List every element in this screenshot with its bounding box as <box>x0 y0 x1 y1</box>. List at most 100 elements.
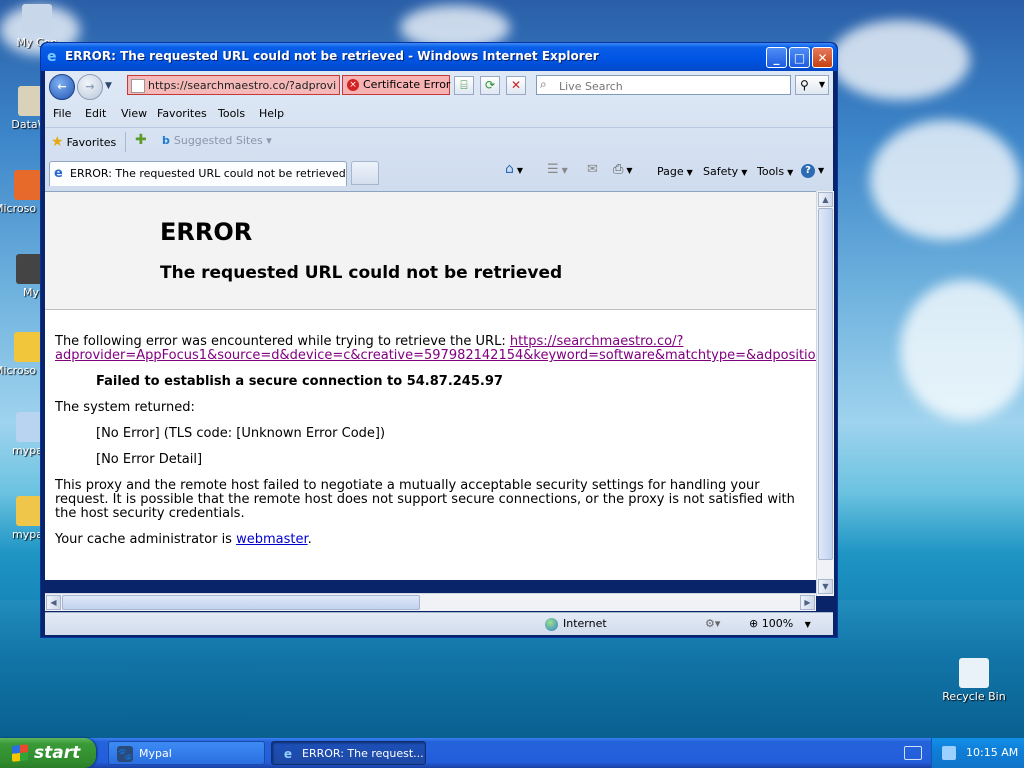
search-icon: ⌕ <box>540 77 547 91</box>
menu-tools[interactable]: Tools <box>218 107 245 120</box>
error-intro-text: The following error was encountered whil… <box>55 334 510 349</box>
clock[interactable]: 10:15 AM <box>966 746 1018 759</box>
taskbar-item-ie-error[interactable]: e ERROR: The request... <box>271 741 426 765</box>
suggested-sites-dropdown-icon: ▾ <box>266 134 272 147</box>
certificate-error-button[interactable]: × Certificate Error <box>342 75 450 95</box>
menu-file[interactable]: File <box>53 107 71 120</box>
error-url-link[interactable]: https://searchmaestro.co/? <box>510 334 684 349</box>
compatibility-view-button[interactable]: ⌸ <box>454 76 474 95</box>
address-bar[interactable]: https://searchmaestro.co/?adprovi ▾ <box>127 75 340 95</box>
scroll-left-button[interactable]: ◀ <box>46 595 61 610</box>
title-bar[interactable]: e ERROR: The requested URL could not be … <box>41 43 837 71</box>
zoom-level: 100% <box>761 617 794 630</box>
forward-button[interactable]: → <box>77 74 103 100</box>
favorites-star-icon: ★ <box>51 134 64 150</box>
menu-bar: File Edit View Favorites Tools Help <box>45 103 833 125</box>
favorites-bar: ★ Favorites ✚ b Suggested Sites ▾ <box>45 127 833 156</box>
stop-button[interactable]: ✕ <box>506 76 526 95</box>
close-button[interactable]: ✕ <box>812 47 833 68</box>
taskbar-item-label: Mypal <box>139 747 172 760</box>
tab-error-page[interactable]: e ERROR: The requested URL could not be … <box>49 161 347 186</box>
recent-pages-dropdown-icon[interactable]: ▼ <box>105 81 112 91</box>
menu-help[interactable]: Help <box>259 107 284 120</box>
status-bar: Internet ⚙▾ ⊕ 100% ▼ <box>45 612 833 635</box>
horizontal-scroll-thumb[interactable] <box>62 595 420 610</box>
page-menu-label: Page <box>657 165 684 178</box>
tools-menu-label: Tools <box>757 165 785 178</box>
ie-taskbar-icon: e <box>283 747 293 761</box>
favorites-button[interactable]: ★ Favorites <box>51 134 116 150</box>
maximize-button[interactable]: □ <box>789 47 810 68</box>
menu-favorites[interactable]: Favorites <box>157 107 207 120</box>
webmaster-link[interactable]: webmaster <box>236 532 308 547</box>
error-subheading: The requested URL could not be retrieved <box>160 263 563 283</box>
horizontal-scrollbar[interactable]: ◀ ▶ <box>45 593 816 611</box>
desktop-icon-recycle-bin[interactable]: Recycle Bin <box>939 658 1009 703</box>
system-error-code: [No Error] (TLS code: [Unknown Error Cod… <box>96 426 386 441</box>
search-options-dropdown-icon[interactable]: ▼ <box>819 76 825 94</box>
search-button[interactable]: ⚲ ▼ <box>795 75 829 95</box>
search-input[interactable] <box>557 77 781 95</box>
zoom-control[interactable]: ⊕ 100% ▼ <box>749 617 811 630</box>
vertical-scrollbar[interactable]: ▲ ▼ <box>816 191 834 596</box>
admin-line: Your cache administrator is webmaster. <box>55 533 312 547</box>
recycle-bin-icon <box>959 658 989 688</box>
safety-menu-button[interactable]: Safety ▼ <box>703 165 747 178</box>
taskbar-item-mypal[interactable]: 🐾 Mypal <box>108 741 265 765</box>
page-icon <box>131 79 145 93</box>
protected-mode-icon[interactable]: ⚙▾ <box>705 617 720 630</box>
ie-page-icon: e <box>54 166 63 181</box>
zoom-icon: ⊕ <box>749 617 759 630</box>
cloud <box>870 120 1020 240</box>
globe-icon <box>545 617 558 631</box>
page-menu-dropdown-icon: ▼ <box>686 168 693 177</box>
vertical-scroll-thumb[interactable] <box>818 208 833 560</box>
windows-flag-icon <box>12 744 28 762</box>
system-tray: 10:15 AM <box>931 738 1024 768</box>
mail-icon[interactable]: ✉ <box>587 162 598 177</box>
error-header: ERROR The requested URL could not be ret… <box>45 192 816 310</box>
computer-icon <box>22 4 52 34</box>
new-tab-button[interactable] <box>351 161 379 185</box>
cloud <box>900 280 1024 420</box>
search-box[interactable]: ⌕ <box>536 75 791 95</box>
refresh-button[interactable]: ⟳ <box>480 76 500 95</box>
add-to-favorites-bar-icon[interactable]: ✚ <box>135 132 153 150</box>
ie-logo-icon: e <box>47 49 57 65</box>
home-icon[interactable]: ⌂ ▼ <box>505 161 523 177</box>
security-zone[interactable]: Internet <box>545 617 607 631</box>
scroll-up-button[interactable]: ▲ <box>818 192 833 207</box>
tools-menu-button[interactable]: Tools ▼ <box>757 165 793 178</box>
menu-edit[interactable]: Edit <box>85 107 106 120</box>
error-heading: ERROR <box>160 218 253 246</box>
desktop-icon-label: Recycle Bin <box>942 690 1006 703</box>
minimize-button[interactable]: _ <box>766 47 787 68</box>
page-content: ERROR The requested URL could not be ret… <box>45 191 816 580</box>
help-button[interactable]: ? ▼ <box>801 163 824 178</box>
menu-view[interactable]: View <box>121 107 147 120</box>
feeds-icon[interactable]: ☰ ▼ <box>547 162 568 177</box>
scroll-right-button[interactable]: ▶ <box>800 595 815 610</box>
back-button[interactable]: ← <box>49 74 75 100</box>
certificate-error-icon: × <box>347 79 359 91</box>
failure-message: Failed to establish a secure connection … <box>96 374 503 389</box>
ie-window: e ERROR: The requested URL could not be … <box>40 42 838 638</box>
magnifier-icon: ⚲ <box>800 78 809 92</box>
error-intro: The following error was encountered whil… <box>55 334 816 363</box>
error-url-link-continued[interactable]: adprovider=AppFocus1&source=d&device=c&c… <box>55 348 816 363</box>
page-menu-button[interactable]: Page ▼ <box>657 165 693 178</box>
certificate-error-label: Certificate Error <box>363 78 451 91</box>
start-label: start <box>34 743 81 763</box>
address-url[interactable]: https://searchmaestro.co/?adprovi <box>148 79 336 92</box>
network-icon[interactable] <box>942 746 956 760</box>
start-button[interactable]: start <box>0 738 96 768</box>
scroll-down-button[interactable]: ▼ <box>818 579 833 594</box>
suggested-sites-button[interactable]: b Suggested Sites ▾ <box>162 134 272 147</box>
safety-menu-label: Safety <box>703 165 739 178</box>
separator <box>125 132 126 152</box>
print-icon[interactable]: ⎙ ▼ <box>613 162 633 177</box>
help-dropdown-icon: ▼ <box>818 166 825 175</box>
suggested-sites-label: Suggested Sites <box>173 134 263 147</box>
window-title: ERROR: The requested URL could not be re… <box>65 49 599 63</box>
keyboard-layout-icon[interactable] <box>904 746 922 760</box>
